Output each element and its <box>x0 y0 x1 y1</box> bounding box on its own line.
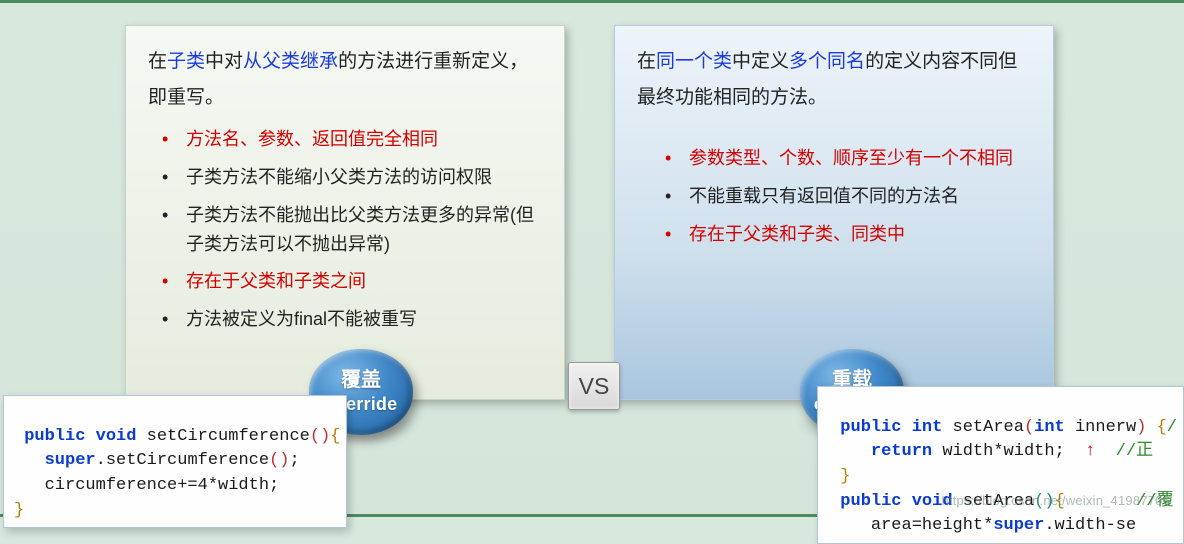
id: setArea <box>942 418 1024 437</box>
kw: int <box>912 418 943 437</box>
comment: //正 <box>1095 442 1153 461</box>
rule-item: 参数类型、个数、顺序至少有一个不相同 <box>651 144 1031 173</box>
t: 中对 <box>205 51 243 72</box>
rule-item: 子类方法不能缩小父类方法的访问权限 <box>148 163 542 192</box>
brace: } <box>840 467 850 486</box>
watermark: https://blog.csdn.net/weixin_41987706 <box>941 493 1170 508</box>
vs-badge: VS <box>568 362 620 410</box>
rule-item: 子类方法不能抛出比父类方法更多的异常(但子类方法可以不抛出异常) <box>148 201 542 259</box>
hl-inherit: 从父类继承 <box>243 51 338 72</box>
t: 在 <box>148 51 167 72</box>
kw: public <box>840 492 901 511</box>
t: area=height* <box>840 516 993 535</box>
paren: () <box>310 427 330 446</box>
rule-item: 不能重载只有返回值不同的方法名 <box>651 182 1031 211</box>
override-intro: 在子类中对从父类继承的方法进行重新定义，即重写。 <box>148 44 542 116</box>
kw: super <box>993 516 1044 535</box>
kw: public <box>840 418 901 437</box>
brace: { <box>330 427 340 446</box>
rule-item: 方法被定义为final不能被重写 <box>148 305 542 334</box>
hl-multiname: 多个同名 <box>789 51 865 72</box>
t: .width-se <box>1044 516 1136 535</box>
paren: ) <box>1136 418 1146 437</box>
arrow-up-icon: ↑ <box>1085 442 1095 461</box>
id: .setCircumference <box>96 451 269 470</box>
kw: int <box>1034 418 1065 437</box>
hl-subclass: 子类 <box>167 51 205 72</box>
kw: return <box>871 442 932 461</box>
override-panel: 在子类中对从父类继承的方法进行重新定义，即重写。 方法名、参数、返回值完全相同子… <box>125 25 565 400</box>
t: 中定义 <box>732 51 789 72</box>
override-rules: 方法名、参数、返回值完全相同子类方法不能缩小父类方法的访问权限子类方法不能抛出比… <box>148 125 542 334</box>
t: ; <box>289 451 299 470</box>
kw: super <box>45 451 96 470</box>
overload-panel: 在同一个类中定义多个同名的定义内容不同但最终功能相同的方法。 参数类型、个数、顺… <box>614 25 1054 400</box>
brace: { <box>1146 418 1166 437</box>
overload-intro: 在同一个类中定义多个同名的定义内容不同但最终功能相同的方法。 <box>637 44 1031 116</box>
overload-code-snippet: public int setArea(int innerw) {/ return… <box>817 386 1184 544</box>
id: innerw <box>1065 418 1136 437</box>
kw: public <box>24 427 85 446</box>
badge-cn: 覆盖 <box>341 368 381 393</box>
t: width*width; <box>932 442 1065 461</box>
code-line: circumference+=4*width; <box>14 476 279 495</box>
override-code-snippet: public void setCircumference(){ super.se… <box>3 395 347 528</box>
paren: () <box>269 451 289 470</box>
kw: void <box>96 427 137 446</box>
overload-rules: 参数类型、个数、顺序至少有一个不相同不能重载只有返回值不同的方法名存在于父类和子… <box>637 144 1031 248</box>
rule-item: 存在于父类和子类之间 <box>148 267 542 296</box>
id: setCircumference <box>136 427 309 446</box>
t: 在 <box>637 51 656 72</box>
hl-sameclass: 同一个类 <box>656 51 732 72</box>
paren: ( <box>1024 418 1034 437</box>
rule-item: 存在于父类和子类、同类中 <box>651 220 1031 249</box>
comment: / <box>1167 418 1177 437</box>
rule-item: 方法名、参数、返回值完全相同 <box>148 125 542 154</box>
